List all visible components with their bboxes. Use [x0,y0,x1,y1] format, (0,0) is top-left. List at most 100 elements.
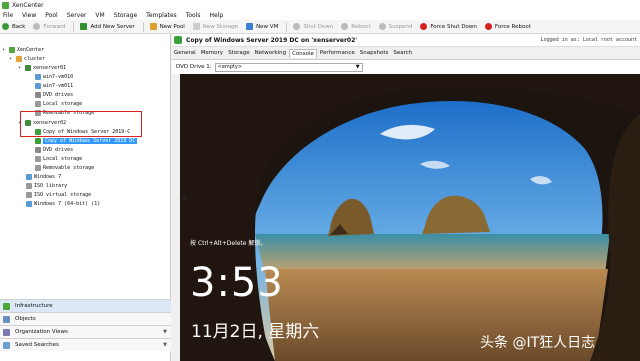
dvd-drive-icon [35,147,41,153]
tree-node-xenserver01[interactable]: ▾ xenserver01 [18,64,66,72]
force-shut-down-button[interactable]: Force Shut Down [420,23,477,30]
chevron-down-icon: ▼ [163,329,167,335]
tree-node-cluster[interactable]: ▾ cluster [9,55,45,63]
tree-node-storage[interactable]: Local storage [35,100,82,108]
tree-label-selected: Copy of Windows Server 2019 DC [43,138,138,144]
power-icon [293,23,301,30]
nav-infrastructure[interactable]: Infrastructure [0,299,171,312]
suspend-button[interactable]: Suspend [378,23,412,30]
menu-vm[interactable]: VM [95,12,104,19]
menu-pool[interactable]: Pool [45,12,57,19]
menu-view[interactable]: View [22,12,36,19]
tree-node-storage[interactable]: Local storage [35,155,82,163]
nav-label: Infrastructure [15,303,53,309]
resource-tree-pane: ▾ XenCenter ▾ cluster ▾ xenserver01 win7-vm… [0,34,171,361]
toolbar-separator [73,21,75,32]
chevron-down-icon: ▼ [163,342,167,348]
add-server-icon [80,23,88,30]
vm-title: Copy of Windows Server 2019 DC on 'xense… [186,36,358,44]
reboot-label: Reboot [351,23,371,30]
template-icon [26,201,32,207]
dvd-drive-bar: DVD Drive 1: <empty> ▼ [172,59,640,74]
tree-label: Local storage [43,156,83,162]
tab-networking[interactable]: Networking [253,49,288,58]
nav-saved-searches[interactable]: Saved Searches ▼ [0,338,171,351]
vm-running-icon [35,138,41,144]
tab-storage[interactable]: Storage [226,49,252,58]
tree-node-storage[interactable]: ISO virtual storage [26,191,91,199]
force-reboot-button[interactable]: Force Reboot [484,23,531,30]
new-vm-button[interactable]: New VM [246,23,278,30]
saved-searches-icon [3,341,10,349]
tree-label: Windows 7 (64-bit) (1) [34,201,101,207]
shut-down-button[interactable]: Shut Down [293,23,333,30]
menu-tools[interactable]: Tools [186,12,201,19]
tab-strip: General Memory Storage Networking Consol… [172,48,415,58]
back-label: Back [12,23,26,30]
highlight-annotation-box [20,111,142,137]
menu-templates[interactable]: Templates [146,12,177,19]
storage-icon [35,101,41,107]
tree-node-xencenter[interactable]: ▾ XenCenter [2,46,44,54]
tab-performance[interactable]: Performance [318,49,357,58]
menu-file[interactable]: File [3,12,13,19]
tree-node-dvd[interactable]: DVD drives [35,91,73,99]
vm-running-icon [174,36,182,44]
forward-arrow-icon [33,23,41,30]
menu-server[interactable]: Server [67,12,87,19]
reboot-button[interactable]: Reboot [341,23,371,30]
tree-node-vm[interactable]: win7-vm010 [35,73,73,81]
menu-storage[interactable]: Storage [114,12,137,19]
new-pool-button[interactable]: New Pool [149,23,185,30]
new-storage-button[interactable]: New Storage [192,23,238,30]
add-new-server-button[interactable]: Add New Server [80,23,135,30]
tree-label: XenCenter [17,47,45,53]
new-vm-label: New VM [256,23,279,30]
reboot-icon [341,23,349,30]
tree-node-vm[interactable]: win7-vm011 [35,82,73,90]
forward-label: Forward [43,23,66,30]
nav-label: Objects [15,316,36,322]
nav-objects[interactable]: Objects [0,312,171,325]
nav-label: Organization Views [15,329,68,335]
xencenter-icon [9,47,15,53]
tree-label: cluster [24,56,46,62]
tree-node-dvd[interactable]: DVD drives [35,146,73,154]
collapse-icon[interactable]: ▾ [9,56,14,62]
tab-general[interactable]: General [172,49,198,58]
vm-console[interactable]: 按 Ctrl+Alt+Delete 解锁。 3:53 11月2日, 星期六 [180,74,640,361]
vm-header: Copy of Windows Server 2019 DC on 'xense… [172,34,640,47]
force-shutdown-icon [420,23,428,30]
tree-node-template[interactable]: Windows 7 (64-bit) (1) [26,200,100,208]
forward-button[interactable]: Forward [33,23,65,30]
force-reboot-icon [484,23,492,30]
back-button[interactable]: Back [2,23,25,30]
tab-memory[interactable]: Memory [199,49,225,58]
tree-label: ISO library [34,183,68,189]
dvd-drive-select[interactable]: <empty> ▼ [214,62,363,72]
dvd-drive-icon [35,92,41,98]
collapse-icon[interactable]: ▾ [18,65,23,71]
tree-node-storage[interactable]: ISO library [26,182,67,190]
nav-label: Saved Searches [15,342,59,348]
tree-label: win7-vm010 [43,74,74,80]
tree-node-template[interactable]: Windows 7 [26,173,61,181]
force-reboot-label: Force Reboot [494,23,531,30]
lockscreen-time: 3:53 [190,260,284,306]
tree-node-vm-selected[interactable]: Copy of Windows Server 2019 DC [35,137,138,145]
tree-label: win7-vm011 [43,83,74,89]
template-icon [26,174,32,180]
lockscreen-date: 11月2日, 星期六 [191,322,320,342]
menu-help[interactable]: Help [209,12,223,19]
tree-node-storage[interactable]: Removable storage [35,164,94,172]
nav-organization-views[interactable]: Organization Views ▼ [0,325,171,338]
collapse-icon[interactable]: ▾ [2,47,7,53]
tab-console[interactable]: Console [289,49,317,58]
suspend-icon [378,23,386,30]
tab-snapshots[interactable]: Snapshots [358,49,391,58]
tab-search[interactable]: Search [391,49,414,58]
ctrl-alt-del-hint: 按 Ctrl+Alt+Delete 解锁。 [190,240,267,247]
tree-label: xenserver01 [33,65,67,71]
xencenter-app-icon [2,1,9,9]
storage-icon [35,156,41,162]
